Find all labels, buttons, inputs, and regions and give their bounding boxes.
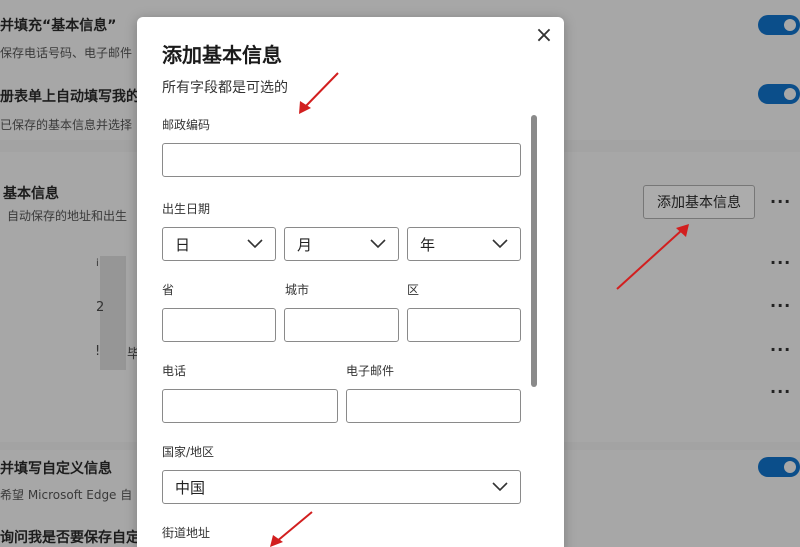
postal-code-label: 邮政编码 <box>162 118 211 132</box>
birth-day-value: 日 <box>175 235 191 254</box>
email-label: 电子邮件 <box>346 364 395 378</box>
bg-row-title: 并填写自定义信息 <box>0 461 112 477</box>
save-fill-basic-info-toggle[interactable] <box>758 15 800 35</box>
entry-more-options-icon[interactable]: ··· <box>770 296 791 315</box>
bg-row-title: 册表单上自动填写我的 <box>0 89 140 105</box>
add-basic-info-button[interactable]: 添加基本信息 <box>643 185 755 219</box>
blurred-entry-text: ! <box>95 344 101 359</box>
country-label: 国家/地区 <box>162 445 215 459</box>
chevron-down-icon <box>370 239 386 249</box>
city-input[interactable] <box>284 308 399 342</box>
dialog-scrollbar[interactable] <box>531 115 537 387</box>
birth-date-label: 出生日期 <box>162 202 211 216</box>
entry-more-options-icon[interactable]: ··· <box>770 340 791 359</box>
city-label: 城市 <box>285 283 310 297</box>
entry-more-options-icon[interactable]: ··· <box>770 253 791 272</box>
bg-row-title: 并填充“基本信息” <box>0 18 117 34</box>
autofill-forms-toggle[interactable] <box>758 84 800 104</box>
province-label: 省 <box>162 283 175 297</box>
add-basic-info-dialog: × 添加基本信息 所有字段都是可选的 邮政编码 出生日期 日 月 年 省 城市 … <box>137 17 564 547</box>
phone-label: 电话 <box>162 364 187 378</box>
birth-year-value: 年 <box>420 235 436 254</box>
birth-year-select[interactable]: 年 <box>407 227 521 261</box>
birth-month-select[interactable]: 月 <box>284 227 399 261</box>
birth-day-select[interactable]: 日 <box>162 227 276 261</box>
bg-row-subtitle: 希望 Microsoft Edge 自 <box>0 488 133 502</box>
close-icon[interactable]: × <box>532 25 556 49</box>
postal-code-input[interactable] <box>162 143 521 177</box>
street-address-label: 街道地址 <box>162 526 211 540</box>
chevron-down-icon <box>492 482 508 492</box>
basic-info-heading: 基本信息 <box>3 186 59 202</box>
entry-more-options-icon[interactable]: ··· <box>770 382 791 401</box>
custom-info-toggle[interactable] <box>758 457 800 477</box>
bg-row-subtitle: 已保存的基本信息并选择 <box>0 118 133 132</box>
country-select[interactable]: 中国 <box>162 470 521 504</box>
blurred-entry-text: 2 <box>96 300 105 315</box>
bg-row-title: 询问我是否要保存自定 <box>0 530 140 546</box>
province-input[interactable] <box>162 308 276 342</box>
chevron-down-icon <box>492 239 508 249</box>
bg-row-subtitle: 保存电话号码、电子邮件 <box>0 46 133 60</box>
chevron-down-icon <box>247 239 263 249</box>
dialog-title: 添加基本信息 <box>162 43 282 67</box>
district-input[interactable] <box>407 308 521 342</box>
phone-input[interactable] <box>162 389 338 423</box>
country-value: 中国 <box>175 478 206 497</box>
dialog-subtitle: 所有字段都是可选的 <box>162 80 288 96</box>
basic-info-description: 自动保存的地址和出生 <box>7 209 128 223</box>
more-options-icon[interactable]: ··· <box>770 192 791 211</box>
email-input[interactable] <box>346 389 521 423</box>
district-label: 区 <box>407 283 420 297</box>
blurred-entry-text: i <box>96 258 99 269</box>
birth-month-value: 月 <box>297 235 313 254</box>
